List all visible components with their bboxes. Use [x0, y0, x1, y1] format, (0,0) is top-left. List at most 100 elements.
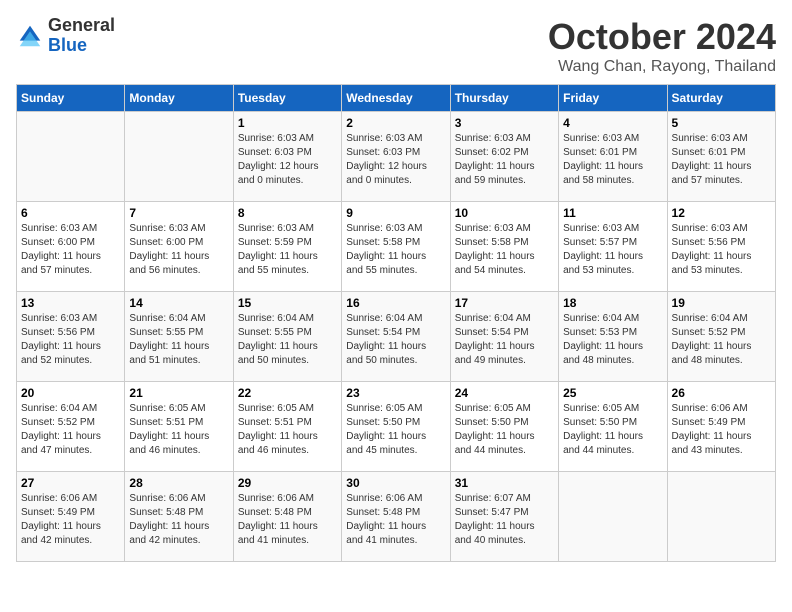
logo: General Blue	[16, 16, 115, 56]
calendar-cell: 6 Sunrise: 6:03 AM Sunset: 6:00 PM Daylig…	[17, 202, 125, 292]
calendar-body: 1 Sunrise: 6:03 AM Sunset: 6:03 PM Daylig…	[17, 112, 776, 562]
day-number: 19	[672, 296, 771, 310]
calendar-cell: 10Sunrise: 6:03 AM Sunset: 5:58 PM Dayli…	[450, 202, 558, 292]
calendar-cell: 15Sunrise: 6:04 AM Sunset: 5:55 PM Dayli…	[233, 292, 341, 382]
calendar-cell: 27Sunrise: 6:06 AM Sunset: 5:49 PM Dayli…	[17, 472, 125, 562]
calendar-table: SundayMondayTuesdayWednesdayThursdayFrid…	[16, 84, 776, 562]
day-info: Sunrise: 6:06 AM Sunset: 5:48 PM Dayligh…	[238, 492, 337, 548]
calendar-cell: 12 Sunrise: 6:03 AM Sunset: 5:56 PM Dayli…	[667, 202, 775, 292]
calendar-week-row: 27Sunrise: 6:06 AM Sunset: 5:49 PM Dayli…	[17, 472, 776, 562]
calendar-cell: 30 Sunrise: 6:06 AM Sunset: 5:48 PM Dayli…	[342, 472, 450, 562]
calendar-cell: 14Sunrise: 6:04 AM Sunset: 5:55 PM Dayli…	[125, 292, 233, 382]
day-info: Sunrise: 6:03 AM Sunset: 6:03 PM Dayligh…	[346, 132, 445, 188]
header-day-friday: Friday	[559, 85, 667, 112]
day-number: 1	[238, 116, 337, 130]
calendar-cell: 2 Sunrise: 6:03 AM Sunset: 6:03 PM Daylig…	[342, 112, 450, 202]
day-info: Sunrise: 6:05 AM Sunset: 5:50 PM Dayligh…	[455, 402, 554, 458]
calendar-cell: 28Sunrise: 6:06 AM Sunset: 5:48 PM Dayli…	[125, 472, 233, 562]
day-number: 12	[672, 206, 771, 220]
day-info: Sunrise: 6:03 AM Sunset: 6:00 PM Dayligh…	[21, 222, 120, 278]
day-number: 25	[563, 386, 662, 400]
header-day-saturday: Saturday	[667, 85, 775, 112]
month-title: October 2024	[548, 16, 776, 58]
day-info: Sunrise: 6:03 AM Sunset: 6:01 PM Dayligh…	[563, 132, 662, 188]
day-info: Sunrise: 6:05 AM Sunset: 5:50 PM Dayligh…	[563, 402, 662, 458]
day-info: Sunrise: 6:04 AM Sunset: 5:55 PM Dayligh…	[129, 312, 228, 368]
day-number: 21	[129, 386, 228, 400]
calendar-cell: 23 Sunrise: 6:05 AM Sunset: 5:50 PM Dayli…	[342, 382, 450, 472]
day-info: Sunrise: 6:06 AM Sunset: 5:49 PM Dayligh…	[672, 402, 771, 458]
day-number: 29	[238, 476, 337, 490]
logo-blue: Blue	[48, 35, 87, 55]
logo-general: General	[48, 15, 115, 35]
calendar-cell	[667, 472, 775, 562]
calendar-cell: 24 Sunrise: 6:05 AM Sunset: 5:50 PM Dayli…	[450, 382, 558, 472]
day-number: 3	[455, 116, 554, 130]
day-number: 27	[21, 476, 120, 490]
calendar-cell: 8 Sunrise: 6:03 AM Sunset: 5:59 PM Daylig…	[233, 202, 341, 292]
day-number: 16	[346, 296, 445, 310]
day-info: Sunrise: 6:03 AM Sunset: 5:56 PM Dayligh…	[672, 222, 771, 278]
day-number: 2	[346, 116, 445, 130]
day-info: Sunrise: 6:06 AM Sunset: 5:48 PM Dayligh…	[129, 492, 228, 548]
calendar-header-row: SundayMondayTuesdayWednesdayThursdayFrid…	[17, 85, 776, 112]
day-number: 8	[238, 206, 337, 220]
day-info: Sunrise: 6:03 AM Sunset: 6:02 PM Dayligh…	[455, 132, 554, 188]
calendar-cell: 1 Sunrise: 6:03 AM Sunset: 6:03 PM Daylig…	[233, 112, 341, 202]
day-info: Sunrise: 6:04 AM Sunset: 5:52 PM Dayligh…	[672, 312, 771, 368]
logo-text: General Blue	[48, 16, 115, 56]
day-info: Sunrise: 6:03 AM Sunset: 6:03 PM Dayligh…	[238, 132, 337, 188]
calendar-cell: 16 Sunrise: 6:04 AM Sunset: 5:54 PM Dayli…	[342, 292, 450, 382]
header-day-monday: Monday	[125, 85, 233, 112]
day-info: Sunrise: 6:05 AM Sunset: 5:51 PM Dayligh…	[129, 402, 228, 458]
header-day-thursday: Thursday	[450, 85, 558, 112]
calendar-cell: 21 Sunrise: 6:05 AM Sunset: 5:51 PM Dayli…	[125, 382, 233, 472]
calendar-week-row: 20 Sunrise: 6:04 AM Sunset: 5:52 PM Dayli…	[17, 382, 776, 472]
day-number: 20	[21, 386, 120, 400]
day-number: 18	[563, 296, 662, 310]
calendar-cell: 13 Sunrise: 6:03 AM Sunset: 5:56 PM Dayli…	[17, 292, 125, 382]
calendar-week-row: 6 Sunrise: 6:03 AM Sunset: 6:00 PM Daylig…	[17, 202, 776, 292]
calendar-cell: 22Sunrise: 6:05 AM Sunset: 5:51 PM Dayli…	[233, 382, 341, 472]
day-info: Sunrise: 6:07 AM Sunset: 5:47 PM Dayligh…	[455, 492, 554, 548]
calendar-cell: 7 Sunrise: 6:03 AM Sunset: 6:00 PM Daylig…	[125, 202, 233, 292]
location: Wang Chan, Rayong, Thailand	[548, 58, 776, 76]
calendar-cell: 17Sunrise: 6:04 AM Sunset: 5:54 PM Dayli…	[450, 292, 558, 382]
day-number: 31	[455, 476, 554, 490]
day-number: 7	[129, 206, 228, 220]
day-number: 13	[21, 296, 120, 310]
page-header: General Blue October 2024 Wang Chan, Ray…	[16, 16, 776, 76]
calendar-cell: 11Sunrise: 6:03 AM Sunset: 5:57 PM Dayli…	[559, 202, 667, 292]
calendar-cell: 4 Sunrise: 6:03 AM Sunset: 6:01 PM Daylig…	[559, 112, 667, 202]
calendar-cell: 18 Sunrise: 6:04 AM Sunset: 5:53 PM Dayli…	[559, 292, 667, 382]
day-info: Sunrise: 6:03 AM Sunset: 5:58 PM Dayligh…	[346, 222, 445, 278]
title-block: October 2024 Wang Chan, Rayong, Thailand	[548, 16, 776, 76]
calendar-cell: 5Sunrise: 6:03 AM Sunset: 6:01 PM Daylig…	[667, 112, 775, 202]
day-info: Sunrise: 6:04 AM Sunset: 5:53 PM Dayligh…	[563, 312, 662, 368]
day-number: 5	[672, 116, 771, 130]
calendar-cell: 3 Sunrise: 6:03 AM Sunset: 6:02 PM Daylig…	[450, 112, 558, 202]
header-day-wednesday: Wednesday	[342, 85, 450, 112]
day-number: 23	[346, 386, 445, 400]
day-number: 4	[563, 116, 662, 130]
calendar-cell: 19 Sunrise: 6:04 AM Sunset: 5:52 PM Dayli…	[667, 292, 775, 382]
day-number: 30	[346, 476, 445, 490]
calendar-week-row: 1 Sunrise: 6:03 AM Sunset: 6:03 PM Daylig…	[17, 112, 776, 202]
day-number: 6	[21, 206, 120, 220]
day-info: Sunrise: 6:03 AM Sunset: 6:00 PM Dayligh…	[129, 222, 228, 278]
day-number: 15	[238, 296, 337, 310]
day-number: 22	[238, 386, 337, 400]
day-info: Sunrise: 6:03 AM Sunset: 5:59 PM Dayligh…	[238, 222, 337, 278]
day-info: Sunrise: 6:05 AM Sunset: 5:50 PM Dayligh…	[346, 402, 445, 458]
day-info: Sunrise: 6:04 AM Sunset: 5:54 PM Dayligh…	[346, 312, 445, 368]
day-info: Sunrise: 6:04 AM Sunset: 5:52 PM Dayligh…	[21, 402, 120, 458]
day-info: Sunrise: 6:03 AM Sunset: 5:56 PM Dayligh…	[21, 312, 120, 368]
day-number: 24	[455, 386, 554, 400]
logo-icon	[16, 22, 44, 50]
calendar-cell	[559, 472, 667, 562]
header-day-tuesday: Tuesday	[233, 85, 341, 112]
day-info: Sunrise: 6:04 AM Sunset: 5:54 PM Dayligh…	[455, 312, 554, 368]
day-number: 26	[672, 386, 771, 400]
day-info: Sunrise: 6:06 AM Sunset: 5:48 PM Dayligh…	[346, 492, 445, 548]
calendar-cell: 9Sunrise: 6:03 AM Sunset: 5:58 PM Daylig…	[342, 202, 450, 292]
